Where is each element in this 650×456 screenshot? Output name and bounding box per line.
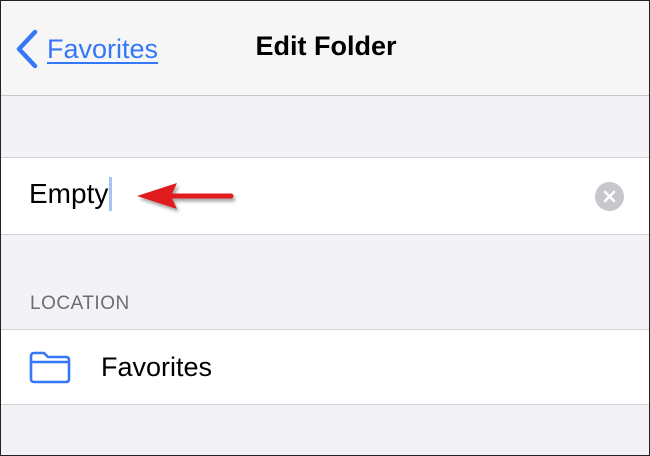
text-cursor — [109, 177, 113, 211]
location-section-header: LOCATION — [30, 293, 130, 314]
page-title: Edit Folder — [255, 31, 397, 61]
red-arrow-icon — [137, 183, 234, 209]
folder-name-input[interactable]: Empty — [29, 177, 113, 211]
location-row[interactable]: Favorites — [1, 329, 649, 405]
clear-text-button[interactable] — [595, 182, 624, 211]
location-folder-label: Favorites — [101, 352, 213, 382]
folder-icon — [29, 351, 71, 384]
clear-icon — [603, 190, 616, 203]
navigation-bar: Favorites Edit Folder — [1, 1, 649, 96]
folder-name-value[interactable]: Empty — [29, 178, 108, 210]
folder-name-row: Empty — [1, 157, 649, 235]
